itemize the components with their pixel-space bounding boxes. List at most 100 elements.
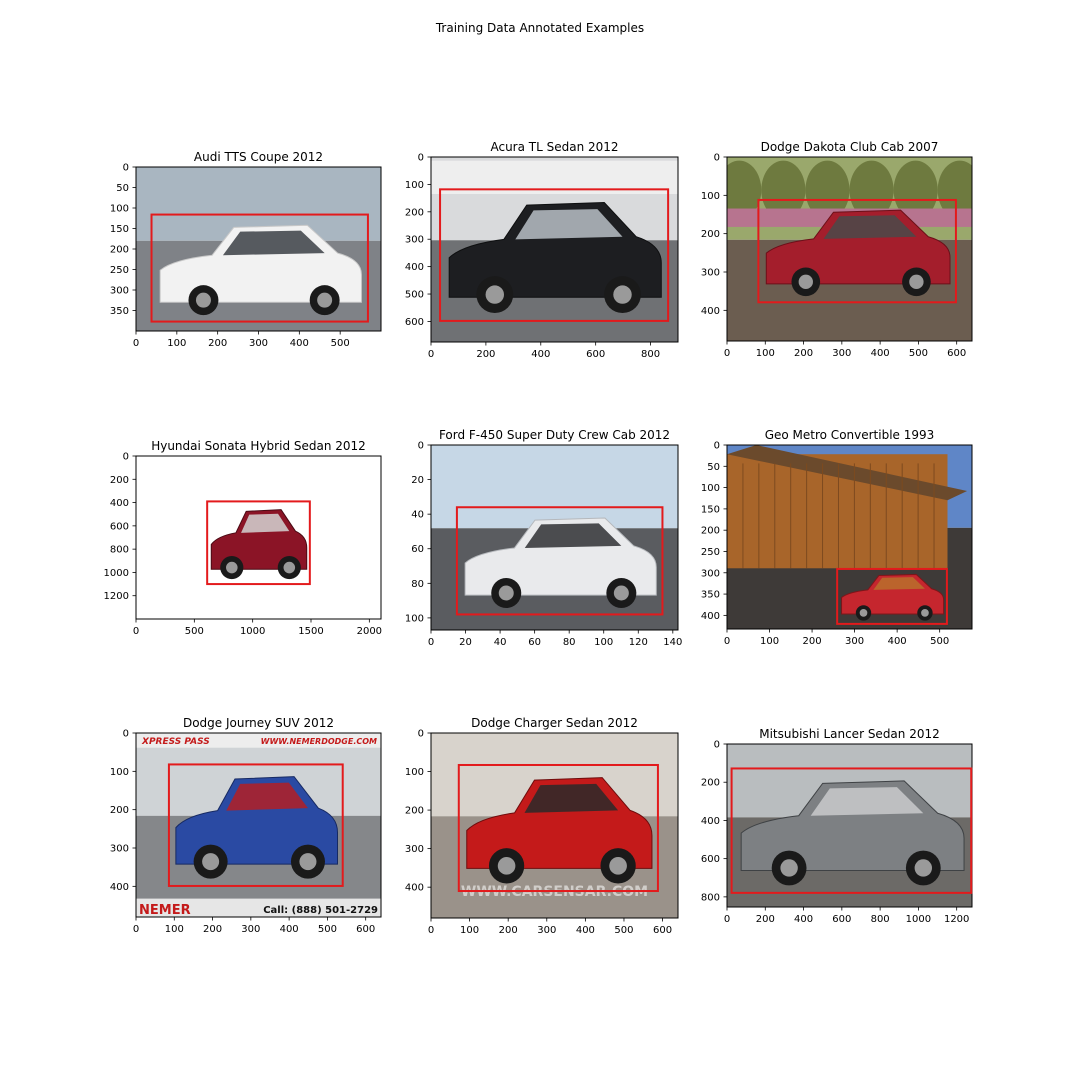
car-photo: XPRESS PASS WWW.NEMERDODGE.COM NEMER Call: … [136,733,381,918]
y-tick-label: 300 [405,844,424,855]
y-tick-label: 0 [418,153,424,164]
x-tick-label: 300 [832,348,851,359]
y-tick-label: 400 [405,262,424,273]
car-photo [431,445,678,630]
banner-bottom-left-text: NEMER [139,903,191,918]
y-tick-label: 100 [110,767,129,778]
x-tick-label: 0 [133,924,139,935]
banner-top-left-text: XPRESS PASS [141,737,210,747]
y-tick-label: 60 [411,544,424,555]
x-tick-label: 500 [909,348,928,359]
x-tick-label: 2000 [357,626,382,637]
photo-background [431,445,678,529]
panel-6: Geo Metro Convertible 1993 0 100 200 300 400 5… [701,428,973,647]
panel-title: Hyundai Sonata Hybrid Sedan 2012 [151,439,366,453]
y-tick-label: 300 [110,286,129,297]
y-tick-label: 200 [701,778,720,789]
y-tick-label: 150 [701,504,720,515]
x-tick-label: 200 [203,924,222,935]
panel-4: Hyundai Sonata Hybrid Sedan 2012 0 500 1000… [104,439,383,637]
y-tick-label: 200 [701,229,720,240]
y-tick-label: 0 [714,441,720,452]
y-tick-label: 400 [701,306,720,317]
x-tick-label: 120 [629,637,648,648]
x-tick-label: 600 [653,925,672,936]
y-tick-label: 40 [411,510,424,521]
x-tick-label: 400 [576,925,595,936]
y-tick-label: 400 [701,816,720,827]
car-photo [136,167,381,331]
panel-title: Audi TTS Coupe 2012 [194,150,323,164]
y-tick-label: 200 [405,806,424,817]
x-tick-label: 500 [930,636,949,647]
x-tick-label: 100 [165,924,184,935]
y-tick-label: 100 [405,180,424,191]
x-tick-label: 40 [494,637,507,648]
y-tick-label: 0 [714,153,720,164]
car-photo [727,445,972,629]
annotated-examples-figure: Training Data Annotated Examples Audi TT… [104,21,973,936]
y-tick-label: 200 [701,526,720,537]
y-tick-label: 0 [123,163,129,174]
x-tick-label: 0 [724,914,730,925]
y-tick-label: 1000 [104,568,129,579]
x-tick-label: 1200 [944,914,969,925]
y-tick-label: 300 [701,568,720,579]
x-tick-label: 100 [594,637,613,648]
panel-7: XPRESS PASS WWW.NEMERDODGE.COM NEMER Call: … [110,716,382,935]
y-tick-label: 300 [405,235,424,246]
x-tick-label: 300 [249,338,268,349]
y-tick-label: 50 [707,462,720,473]
panel-title: Dodge Dakota Club Cab 2007 [761,140,939,154]
y-tick-label: 100 [405,767,424,778]
x-tick-label: 300 [845,636,864,647]
y-tick-label: 400 [110,498,129,509]
car-photo [136,456,381,619]
car-photo [727,157,972,341]
x-tick-label: 0 [428,349,434,360]
panel-title: Ford F-450 Super Duty Crew Cab 2012 [439,428,670,442]
y-tick-label: 0 [714,740,720,751]
x-tick-label: 600 [832,914,851,925]
y-tick-label: 250 [701,547,720,558]
x-tick-label: 400 [280,924,299,935]
x-tick-label: 200 [208,338,227,349]
y-tick-label: 400 [701,611,720,622]
x-tick-label: 800 [871,914,890,925]
y-tick-label: 100 [701,191,720,202]
x-tick-label: 0 [724,348,730,359]
x-tick-label: 500 [331,338,350,349]
y-tick-label: 50 [116,183,129,194]
y-tick-label: 800 [110,545,129,556]
x-tick-label: 400 [888,636,907,647]
x-tick-label: 300 [537,925,556,936]
x-tick-label: 140 [663,637,682,648]
x-tick-label: 200 [756,914,775,925]
y-tick-label: 300 [701,268,720,279]
y-tick-label: 200 [110,475,129,486]
panel-3: Dodge Dakota Club Cab 2007 0 100 200 300 400 5… [701,140,973,359]
figure-title: Training Data Annotated Examples [435,21,644,35]
x-tick-label: 400 [794,914,813,925]
panel-5: Ford F-450 Super Duty Crew Cab 2012 0 20 40… [405,428,682,648]
y-tick-label: 500 [405,290,424,301]
panel-8: WWW.CARSENSAR.COMDodge Charger Sedan 201… [405,716,679,936]
x-tick-label: 100 [460,925,479,936]
x-tick-label: 400 [871,348,890,359]
x-tick-label: 1000 [906,914,931,925]
y-tick-label: 350 [701,590,720,601]
panel-title: Acura TL Sedan 2012 [490,140,618,154]
x-tick-label: 100 [756,348,775,359]
y-tick-label: 100 [701,483,720,494]
x-tick-label: 100 [167,338,186,349]
car-photo [431,157,678,342]
x-tick-label: 0 [133,626,139,637]
x-tick-label: 800 [641,349,660,360]
x-tick-label: 200 [803,636,822,647]
y-tick-label: 400 [110,882,129,893]
y-tick-label: 600 [110,521,129,532]
y-tick-label: 80 [411,579,424,590]
x-tick-label: 400 [290,338,309,349]
banner-bottom-right-text: Call: (888) 501-2729 [263,905,378,916]
x-tick-label: 300 [241,924,260,935]
